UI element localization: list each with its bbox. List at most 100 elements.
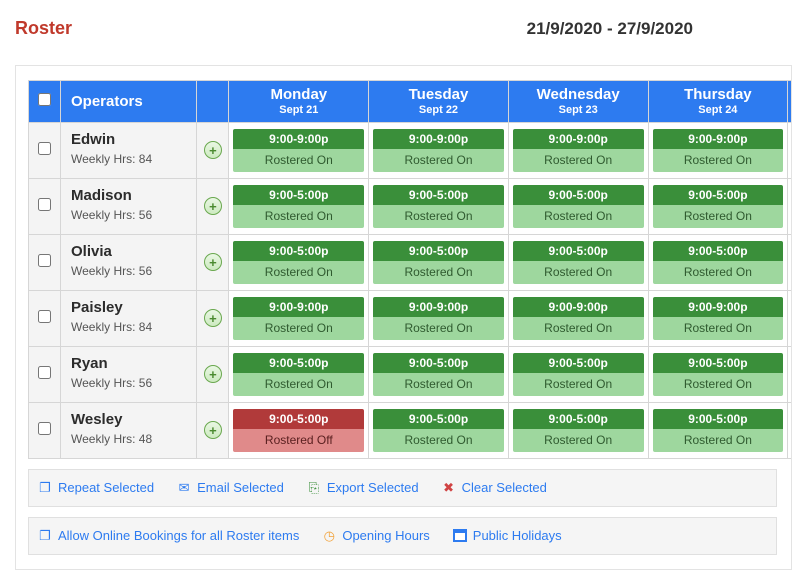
- operator-cell[interactable]: OliviaWeekly Hrs: 56: [60, 234, 197, 290]
- plus-icon: +: [209, 256, 217, 269]
- shift-time: 9:00-5:00p: [373, 353, 504, 373]
- day-name: Tuesday: [373, 87, 504, 104]
- shift-time: 9:00-9:00p: [653, 129, 784, 149]
- shift-slot[interactable]: 9:00-5:00pRostered On: [373, 353, 504, 396]
- roster-table: Operators MondaySept 21TuesdaySept 22Wed…: [28, 80, 792, 459]
- day-header[interactable]: ThursdaySept 24: [648, 81, 788, 123]
- shift-slot[interactable]: 9:00-9:00pRostered On: [653, 297, 784, 340]
- shift-cell: 9:00-9:00pRostered On: [508, 122, 648, 178]
- shift-slot[interactable]: 9:00-5:00pRostered On: [653, 353, 784, 396]
- shift-slot[interactable]: 9:00-5:00pRostered On: [373, 409, 504, 452]
- operators-header[interactable]: Operators: [60, 81, 197, 123]
- operator-weekly-hours: Weekly Hrs: 84: [71, 152, 187, 166]
- shift-slot[interactable]: 9:00-5:00pRostered On: [513, 241, 644, 284]
- add-shift-button[interactable]: +: [204, 253, 222, 271]
- shift-cell: 9:00-9:00pRostered On: [508, 290, 648, 346]
- day-date: Sept 22: [373, 104, 504, 116]
- row-select-cell: [29, 402, 61, 458]
- email-selected-link[interactable]: ✉ Email Selected: [176, 480, 284, 496]
- row-select-checkbox[interactable]: [38, 422, 51, 435]
- page-title: Roster: [15, 18, 72, 39]
- shift-cell-partial: [788, 346, 792, 402]
- shift-slot[interactable]: 9:00-5:00pRostered On: [233, 185, 364, 228]
- plus-icon: +: [209, 144, 217, 157]
- shift-slot[interactable]: 9:00-5:00pRostered Off: [233, 409, 364, 452]
- repeat-selected-label: Repeat Selected: [58, 480, 154, 495]
- day-header[interactable]: TuesdaySept 22: [369, 81, 509, 123]
- operator-cell[interactable]: RyanWeekly Hrs: 56: [60, 346, 197, 402]
- shift-slot[interactable]: 9:00-5:00pRostered On: [513, 409, 644, 452]
- shift-time: 9:00-5:00p: [653, 185, 784, 205]
- select-all-checkbox[interactable]: [38, 93, 51, 106]
- row-select-cell: [29, 346, 61, 402]
- day-header-partial[interactable]: [788, 81, 792, 123]
- shift-status: Rostered On: [233, 261, 364, 284]
- shift-slot[interactable]: 9:00-9:00pRostered On: [513, 297, 644, 340]
- row-select-checkbox[interactable]: [38, 254, 51, 267]
- shift-slot[interactable]: 9:00-5:00pRostered On: [653, 409, 784, 452]
- repeat-selected-link[interactable]: ❐ Repeat Selected: [37, 480, 154, 496]
- shift-slot[interactable]: 9:00-5:00pRostered On: [513, 185, 644, 228]
- operator-cell[interactable]: PaisleyWeekly Hrs: 84: [60, 290, 197, 346]
- shift-cell: 9:00-5:00pRostered On: [648, 178, 788, 234]
- shift-slot[interactable]: 9:00-5:00pRostered On: [373, 185, 504, 228]
- shift-slot[interactable]: 9:00-5:00pRostered On: [653, 241, 784, 284]
- row-select-checkbox[interactable]: [38, 142, 51, 155]
- export-selected-link[interactable]: ⎘ Export Selected: [306, 480, 419, 496]
- shift-status: Rostered On: [653, 373, 784, 396]
- add-shift-button[interactable]: +: [204, 421, 222, 439]
- shift-cell: 9:00-5:00pRostered On: [648, 234, 788, 290]
- add-shift-button[interactable]: +: [204, 141, 222, 159]
- shift-cell: 9:00-5:00pRostered On: [229, 178, 369, 234]
- shift-slot[interactable]: 9:00-9:00pRostered On: [233, 297, 364, 340]
- shift-time: 9:00-5:00p: [373, 409, 504, 429]
- operator-cell[interactable]: MadisonWeekly Hrs: 56: [60, 178, 197, 234]
- table-row: MadisonWeekly Hrs: 56+9:00-5:00pRostered…: [29, 178, 793, 234]
- shift-cell: 9:00-5:00pRostered On: [508, 178, 648, 234]
- operator-cell[interactable]: EdwinWeekly Hrs: 84: [60, 122, 197, 178]
- day-header[interactable]: MondaySept 21: [229, 81, 369, 123]
- opening-hours-link[interactable]: ◷ Opening Hours: [321, 528, 429, 544]
- row-select-cell: [29, 178, 61, 234]
- shift-status: Rostered On: [373, 429, 504, 452]
- shift-time: 9:00-5:00p: [653, 241, 784, 261]
- shift-slot[interactable]: 9:00-5:00pRostered On: [653, 185, 784, 228]
- operator-cell[interactable]: WesleyWeekly Hrs: 48: [60, 402, 197, 458]
- shift-slot[interactable]: 9:00-9:00pRostered On: [373, 129, 504, 172]
- shift-status: Rostered On: [233, 205, 364, 228]
- clear-selected-link[interactable]: ✖ Clear Selected: [441, 480, 547, 496]
- public-holidays-link[interactable]: Public Holidays: [452, 528, 562, 544]
- row-select-checkbox[interactable]: [38, 198, 51, 211]
- add-shift-cell: +: [197, 234, 229, 290]
- day-name: Wednesday: [513, 87, 644, 104]
- shift-slot[interactable]: 9:00-5:00pRostered On: [233, 241, 364, 284]
- operator-weekly-hours: Weekly Hrs: 56: [71, 376, 187, 390]
- shift-cell: 9:00-9:00pRostered On: [648, 122, 788, 178]
- shift-cell: 9:00-5:00pRostered On: [369, 402, 509, 458]
- shift-time: 9:00-5:00p: [233, 409, 364, 429]
- row-select-checkbox[interactable]: [38, 366, 51, 379]
- add-shift-button[interactable]: +: [204, 309, 222, 327]
- shift-status: Rostered On: [373, 149, 504, 172]
- shift-cell: 9:00-5:00pRostered On: [229, 234, 369, 290]
- day-header[interactable]: WednesdaySept 23: [508, 81, 648, 123]
- operator-name: Olivia: [71, 243, 187, 260]
- shift-slot[interactable]: 9:00-9:00pRostered On: [653, 129, 784, 172]
- allow-online-bookings-link[interactable]: ❐ Allow Online Bookings for all Roster i…: [37, 528, 299, 544]
- shift-slot[interactable]: 9:00-5:00pRostered On: [373, 241, 504, 284]
- shift-cell-partial: [788, 234, 792, 290]
- add-shift-button[interactable]: +: [204, 365, 222, 383]
- email-selected-label: Email Selected: [197, 480, 284, 495]
- shift-slot[interactable]: 9:00-9:00pRostered On: [373, 297, 504, 340]
- shift-slot[interactable]: 9:00-5:00pRostered On: [513, 353, 644, 396]
- export-selected-label: Export Selected: [327, 480, 419, 495]
- shift-status: Rostered On: [373, 261, 504, 284]
- add-column-header: [197, 81, 229, 123]
- table-row: OliviaWeekly Hrs: 56+9:00-5:00pRostered …: [29, 234, 793, 290]
- shift-slot[interactable]: 9:00-9:00pRostered On: [233, 129, 364, 172]
- operator-name: Paisley: [71, 299, 187, 316]
- row-select-checkbox[interactable]: [38, 310, 51, 323]
- shift-slot[interactable]: 9:00-5:00pRostered On: [233, 353, 364, 396]
- shift-slot[interactable]: 9:00-9:00pRostered On: [513, 129, 644, 172]
- add-shift-button[interactable]: +: [204, 197, 222, 215]
